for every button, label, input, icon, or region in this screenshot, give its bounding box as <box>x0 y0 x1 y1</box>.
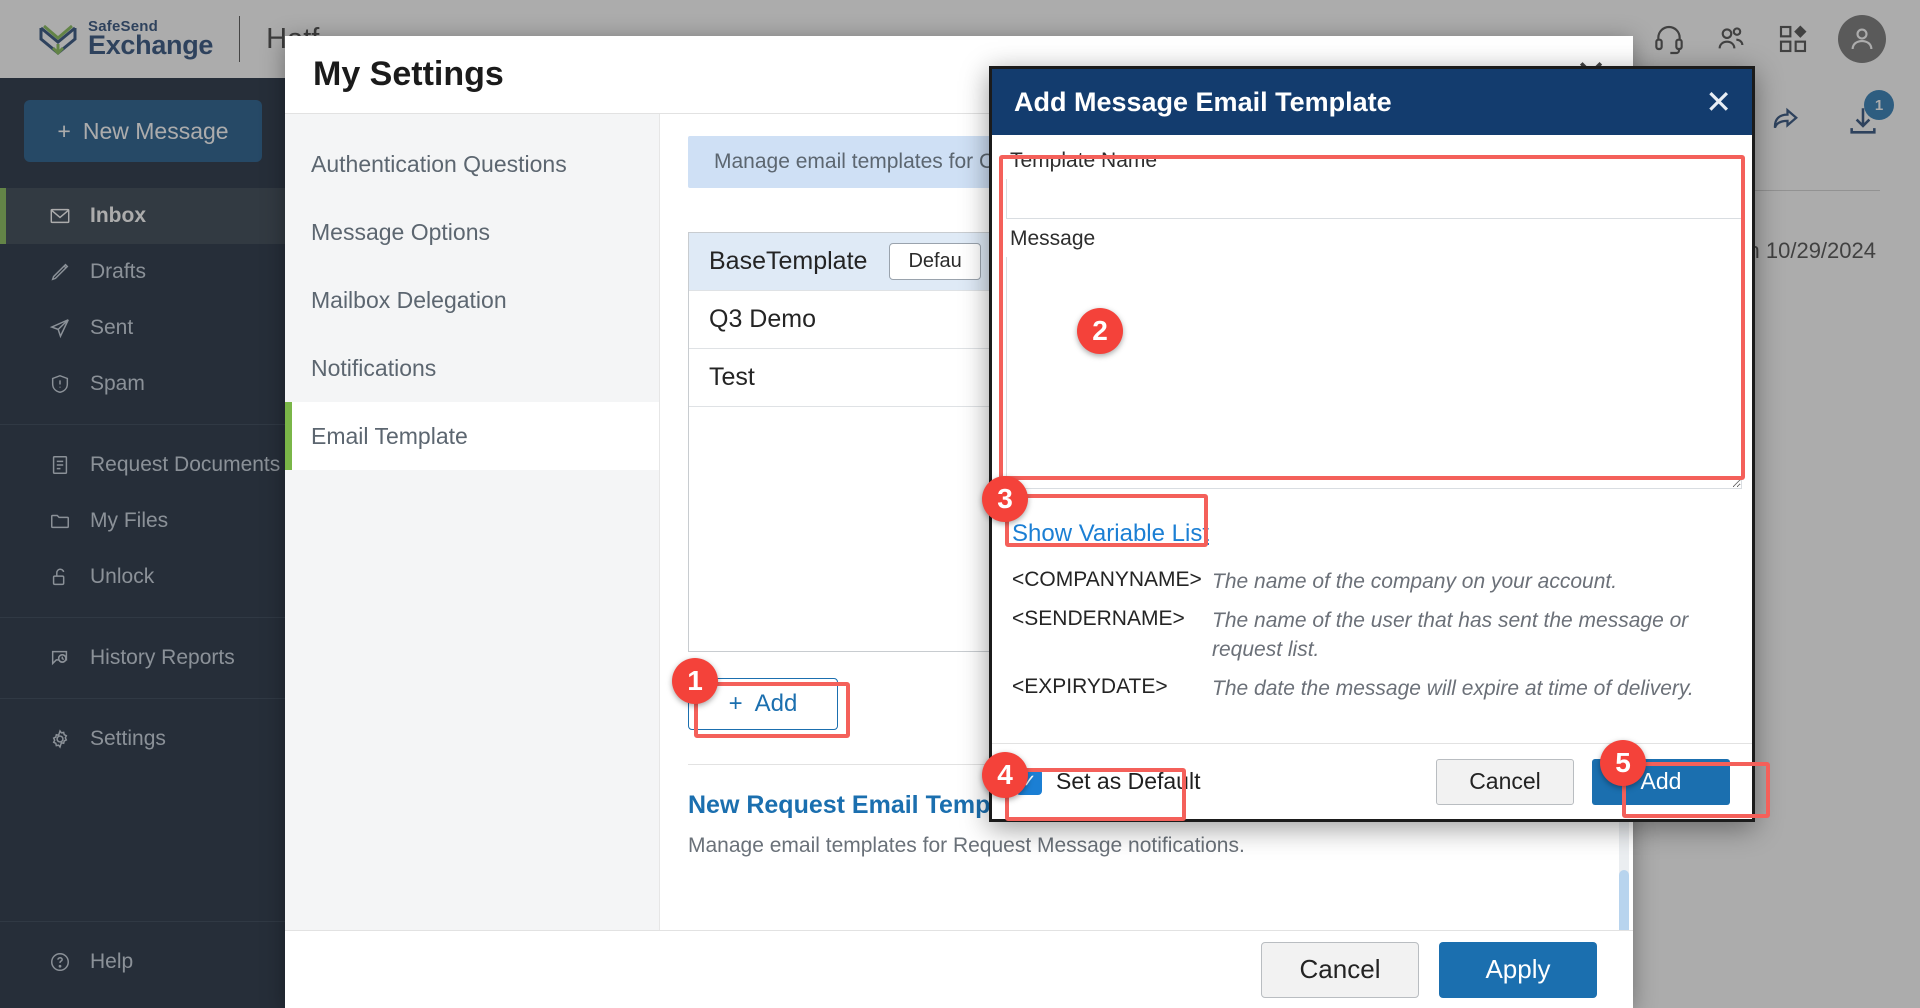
message-textarea[interactable] <box>1006 257 1742 489</box>
settings-nav-label: Authentication Questions <box>311 150 567 177</box>
cancel-button[interactable]: Cancel <box>1436 758 1574 805</box>
variable-key: <EXPIRYDATE> <box>1012 674 1168 698</box>
message-label: Message <box>1010 227 1096 250</box>
annotation-marker-1: 1 <box>672 658 718 704</box>
settings-nav-message-options[interactable]: Message Options <box>285 198 659 266</box>
set-as-default-checkbox[interactable]: ✓ Set as Default <box>1016 768 1200 795</box>
variable-key: <COMPANYNAME> <box>1012 568 1202 591</box>
annotation-marker-4: 4 <box>982 752 1028 798</box>
page-title: My Settings <box>313 55 504 93</box>
template-name-label: Template Name <box>1010 149 1158 172</box>
cancel-button[interactable]: Cancel <box>1261 941 1419 998</box>
settings-footer: Cancel Apply <box>285 930 1633 1008</box>
settings-nav-email-template[interactable]: Email Template <box>285 402 659 470</box>
show-variable-list-link[interactable]: Show Variable List <box>1012 520 1209 547</box>
list-item: <EXPIRYDATE> The date the message will e… <box>1012 675 1738 704</box>
variable-key: <SENDERNAME> <box>1012 606 1185 630</box>
annotation-marker-3: 3 <box>982 476 1028 522</box>
settings-nav-mailbox-delegation[interactable]: Mailbox Delegation <box>285 266 659 334</box>
settings-nav-notifications[interactable]: Notifications <box>285 334 659 402</box>
scrollbar-thumb[interactable] <box>1619 870 1629 930</box>
template-name: BaseTemplate <box>709 247 868 275</box>
annotation-marker-2: 2 <box>1077 308 1123 354</box>
variable-description: The name of the company on your account. <box>1212 570 1618 593</box>
variable-link-row: Show Variable List <box>1006 494 1742 558</box>
default-badge: Defau <box>889 243 981 280</box>
settings-nav-label: Email Template <box>311 422 468 449</box>
plus-icon: + <box>728 690 743 717</box>
add-template-label: Add <box>754 690 798 717</box>
close-icon[interactable]: ✕ <box>1705 86 1732 118</box>
settings-nav-label: Notifications <box>311 354 437 381</box>
template-name: Test <box>709 363 755 391</box>
add-dialog-body: Template Name Message Show Variable List… <box>992 135 1752 704</box>
settings-nav: Authentication Questions Message Options… <box>285 114 660 930</box>
add-dialog-actions: Cancel Add <box>1436 758 1730 805</box>
settings-nav-authentication-questions[interactable]: Authentication Questions <box>285 130 659 198</box>
app-root: SafeSend Exchange Hatf <box>0 0 1920 1008</box>
variable-description: The name of the user that has sent the m… <box>1212 608 1689 661</box>
annotation-marker-5: 5 <box>1600 740 1646 786</box>
list-item: <COMPANYNAME> The name of the company on… <box>1012 568 1738 597</box>
variable-description: The date the message will expire at time… <box>1212 676 1694 700</box>
set-as-default-label: Set as Default <box>1056 768 1201 794</box>
add-message-email-template-dialog: Add Message Email Template ✕ Template Na… <box>989 66 1755 822</box>
section-subtitle: Manage email templates for Request Messa… <box>688 834 1245 857</box>
add-dialog-title: Add Message Email Template <box>1014 86 1392 117</box>
list-item: <SENDERNAME> The name of the user that h… <box>1012 607 1738 665</box>
variable-list: <COMPANYNAME> The name of the company on… <box>1006 558 1742 704</box>
settings-nav-label: Message Options <box>311 218 490 245</box>
apply-button[interactable]: Apply <box>1439 941 1597 998</box>
settings-nav-label: Mailbox Delegation <box>311 286 507 313</box>
add-dialog-header: Add Message Email Template ✕ <box>992 69 1752 135</box>
template-name-input[interactable] <box>1006 179 1742 219</box>
template-name: Q3 Demo <box>709 305 816 333</box>
